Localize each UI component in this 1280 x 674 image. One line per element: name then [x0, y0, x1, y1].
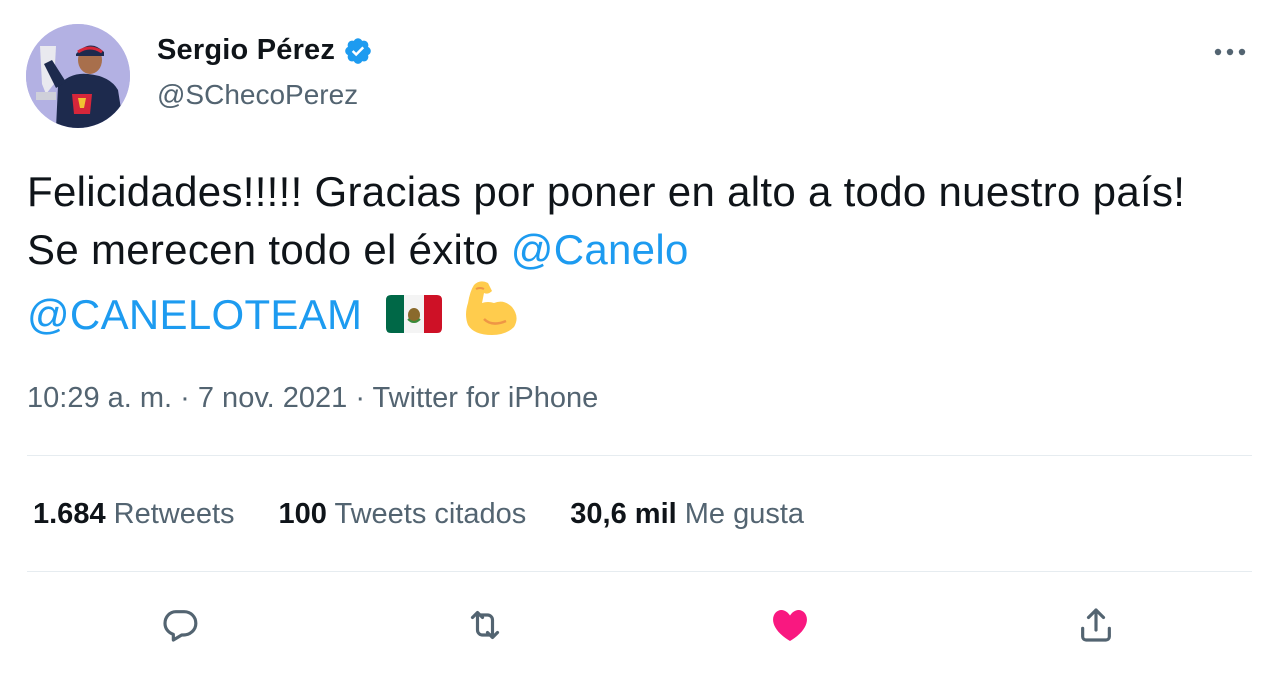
- flexed-biceps-icon: [462, 279, 522, 352]
- retweet-icon[interactable]: [463, 603, 507, 647]
- retweets-count: 1.684: [33, 498, 106, 530]
- meta-separator: ·: [347, 382, 373, 414]
- quotes-stat[interactable]: 100 Tweets citados: [279, 498, 527, 531]
- tweet-source[interactable]: Twitter for iPhone: [373, 382, 599, 414]
- quotes-count: 100: [278, 498, 327, 530]
- retweets-stat[interactable]: 1.684 Retweets: [33, 498, 235, 531]
- divider: [27, 455, 1252, 456]
- verified-badge-icon: [343, 36, 373, 66]
- likes-label: Me gusta: [684, 498, 805, 530]
- flag-mexico-icon: [384, 291, 444, 352]
- avatar[interactable]: [26, 24, 130, 128]
- tweet-time[interactable]: 10:29 a. m.: [27, 382, 172, 414]
- reply-icon[interactable]: [158, 603, 202, 647]
- author-display-name[interactable]: Sergio Pérez: [157, 34, 335, 67]
- author-handle[interactable]: @SChecoPerez: [157, 79, 358, 111]
- divider: [27, 571, 1252, 572]
- meta-separator: ·: [172, 382, 198, 414]
- retweets-label: Retweets: [113, 498, 235, 530]
- author-name-row: Sergio Pérez: [157, 34, 373, 67]
- quotes-label: Tweets citados: [334, 498, 527, 530]
- mention-caneloteam[interactable]: @CANELOTEAM: [27, 291, 362, 338]
- tweet-meta: 10:29 a. m. · 7 nov. 2021 · Twitter for …: [27, 382, 598, 415]
- tweet-date[interactable]: 7 nov. 2021: [198, 382, 347, 414]
- more-options-icon[interactable]: [1208, 34, 1252, 70]
- like-icon[interactable]: [768, 603, 812, 647]
- tweet-card: Sergio Pérez @SChecoPerez Felicidades!!!…: [0, 0, 1280, 674]
- share-icon[interactable]: [1074, 603, 1118, 647]
- tweet-stats: 1.684 Retweets 100 Tweets citados 30,6 m…: [33, 498, 804, 531]
- likes-stat[interactable]: 30,6 mil Me gusta: [570, 498, 804, 531]
- tweet-text: Felicidades!!!!! Gracias por poner en al…: [27, 163, 1227, 352]
- likes-count: 30,6 mil: [570, 498, 677, 530]
- avatar-image: [26, 24, 130, 128]
- mention-canelo[interactable]: @Canelo: [511, 226, 689, 273]
